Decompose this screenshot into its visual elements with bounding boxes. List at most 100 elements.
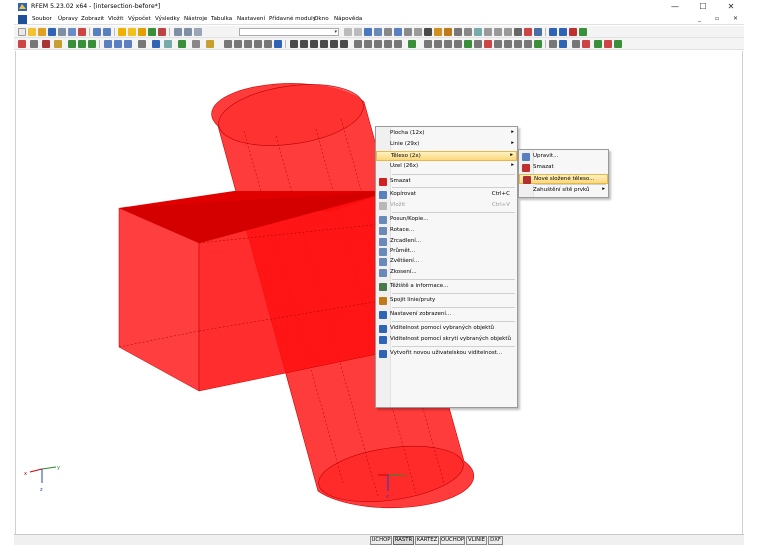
status-vlinie-button[interactable]: VLINIE [466, 536, 487, 545]
ctx-item-viditelnost-pomoci-vybranych-objektu[interactable]: Viditelnost pomocí vybraných objektů [376, 324, 517, 334]
zoom-window-icon[interactable] [454, 40, 462, 48]
navigator-icon[interactable] [184, 28, 192, 36]
perspective-icon[interactable] [494, 40, 502, 48]
delete-icon[interactable] [524, 28, 532, 36]
dimension-icon[interactable] [138, 40, 146, 48]
table-icon[interactable] [174, 28, 182, 36]
line-load-icon[interactable] [114, 40, 122, 48]
ctx-item-zkoseni[interactable]: Zkosení... [376, 268, 517, 278]
document-icon[interactable] [18, 15, 27, 24]
lighting-icon[interactable] [504, 40, 512, 48]
area-icon[interactable] [394, 40, 402, 48]
view-y-icon[interactable] [494, 28, 502, 36]
undo-icon[interactable] [93, 28, 101, 36]
intersection-icon[interactable] [290, 40, 298, 48]
redo-icon[interactable] [103, 28, 111, 36]
minimize-button[interactable]: — [664, 1, 686, 13]
visibility-icon[interactable] [274, 40, 282, 48]
calculate-icon[interactable] [138, 28, 146, 36]
mdi-close-icon[interactable]: ✕ [733, 15, 738, 24]
ctx-item-zvetseni[interactable]: Zvětšení... [376, 257, 517, 267]
open-folder-icon[interactable] [38, 28, 46, 36]
ctx-item-vytvorit-novou-uzivatelskou-viditelnost[interactable]: Vytvořit novou uživatelskou viditelnost.… [376, 349, 517, 359]
load-icon[interactable] [104, 40, 112, 48]
ctx-item-uzel-26x[interactable]: Uzel (26x) ▸ [376, 162, 517, 172]
line-grid-icon[interactable] [572, 40, 580, 48]
results-icon[interactable] [148, 28, 156, 36]
select-icon[interactable] [224, 40, 232, 48]
ctx-item-plocha-12x[interactable]: Plocha (12x) ▸ [376, 129, 517, 139]
zoom-all-icon[interactable] [464, 40, 472, 48]
menu-nastroje[interactable]: Nástroje [184, 16, 207, 22]
menu-upravy[interactable]: Úpravy [58, 16, 78, 22]
title-bar[interactable]: RFEM 5.23.02 x64 - [intersection-before*… [14, 0, 744, 14]
next-icon[interactable] [354, 28, 362, 36]
pencil-icon[interactable] [118, 28, 126, 36]
merge-icon[interactable] [300, 40, 308, 48]
show-results-icon[interactable] [364, 28, 372, 36]
menu-nastaveni[interactable]: Nastavení [237, 16, 265, 22]
tools-icon[interactable] [614, 40, 622, 48]
select-cross-icon[interactable] [244, 40, 252, 48]
coordinates-icon[interactable] [364, 40, 372, 48]
menu-soubor[interactable]: Soubor [32, 16, 52, 22]
support-icon[interactable] [54, 40, 62, 48]
dxf-icon[interactable] [206, 40, 214, 48]
render-icon[interactable] [434, 28, 442, 36]
model-viewport[interactable]: x y z y z Plocha (12x) ▸ Linie (29x) ▸ Těles… [15, 51, 743, 534]
view-icon[interactable] [454, 28, 462, 36]
save-icon[interactable] [48, 28, 56, 36]
previous-icon[interactable] [344, 28, 352, 36]
ctx-item-spojit-linie-pruty[interactable]: Spojit linie/pruty [376, 296, 517, 306]
plot-icon[interactable] [408, 40, 416, 48]
star-icon[interactable] [128, 28, 136, 36]
status-kartez-button[interactable]: KARTEZ [415, 536, 439, 545]
solid-icon[interactable] [78, 40, 86, 48]
ctx-item-rotace[interactable]: Rotace... [376, 226, 517, 236]
help-icon[interactable] [534, 28, 542, 36]
report-icon[interactable] [78, 28, 86, 36]
transparency-icon[interactable] [514, 40, 522, 48]
ruler-icon[interactable] [374, 40, 382, 48]
member-icon[interactable] [42, 40, 50, 48]
wireframe-icon[interactable] [424, 28, 432, 36]
values-icon[interactable] [374, 28, 382, 36]
mdi-restore-icon[interactable]: ▫ [715, 15, 719, 24]
ctx-item-linie-29x[interactable]: Linie (29x) ▸ [376, 140, 517, 150]
edit-icon[interactable] [594, 40, 602, 48]
ctx-item-nastaveni-zobrazeni[interactable]: Nastavení zobrazení... [376, 310, 517, 320]
menu-vypocet[interactable]: Výpočet [128, 16, 151, 22]
open-icon[interactable] [28, 28, 36, 36]
trim-icon[interactable] [330, 40, 338, 48]
surface-icon[interactable] [68, 40, 76, 48]
iso-view-icon[interactable] [474, 28, 482, 36]
ctx-item-smazat[interactable]: Smazat [376, 177, 517, 187]
display-navigator-icon[interactable] [559, 40, 567, 48]
section-icon[interactable] [404, 28, 412, 36]
stop-icon[interactable] [604, 40, 612, 48]
status-uchop-button[interactable]: UCHOP [370, 536, 392, 545]
view-z-icon[interactable] [504, 28, 512, 36]
print-icon[interactable] [58, 28, 66, 36]
status-dxf-button[interactable]: DXF [488, 536, 503, 545]
panel-icon[interactable] [194, 28, 202, 36]
select-window-icon[interactable] [234, 40, 242, 48]
menu-vysledky[interactable]: Výsledky [155, 16, 180, 22]
new-icon[interactable] [18, 28, 26, 36]
submenu-item-nove-slozene-teleso[interactable]: Nové složené těleso... [519, 174, 608, 184]
update-icon[interactable] [579, 28, 587, 36]
grid-icon[interactable] [178, 40, 186, 48]
snap-icon[interactable] [192, 40, 200, 48]
close-view-icon[interactable] [514, 28, 522, 36]
status-rastr-button[interactable]: RASTR [393, 536, 414, 545]
mdi-minimize-icon[interactable]: _ [698, 15, 701, 24]
ctx-item-zrcadleni[interactable]: Zrcadlení... [376, 237, 517, 247]
load-case-select[interactable]: ▾ [239, 28, 339, 36]
status-ouchop-button[interactable]: OUCHOP [440, 536, 465, 545]
submenu-item-smazat[interactable]: Smazat [519, 163, 608, 173]
line-icon[interactable] [30, 40, 38, 48]
view-settings-icon[interactable] [424, 40, 432, 48]
menu-napoveda[interactable]: Nápověda [334, 16, 362, 22]
menu-vlozit[interactable]: Vložit [108, 16, 124, 22]
rotate-view-icon[interactable] [444, 40, 452, 48]
